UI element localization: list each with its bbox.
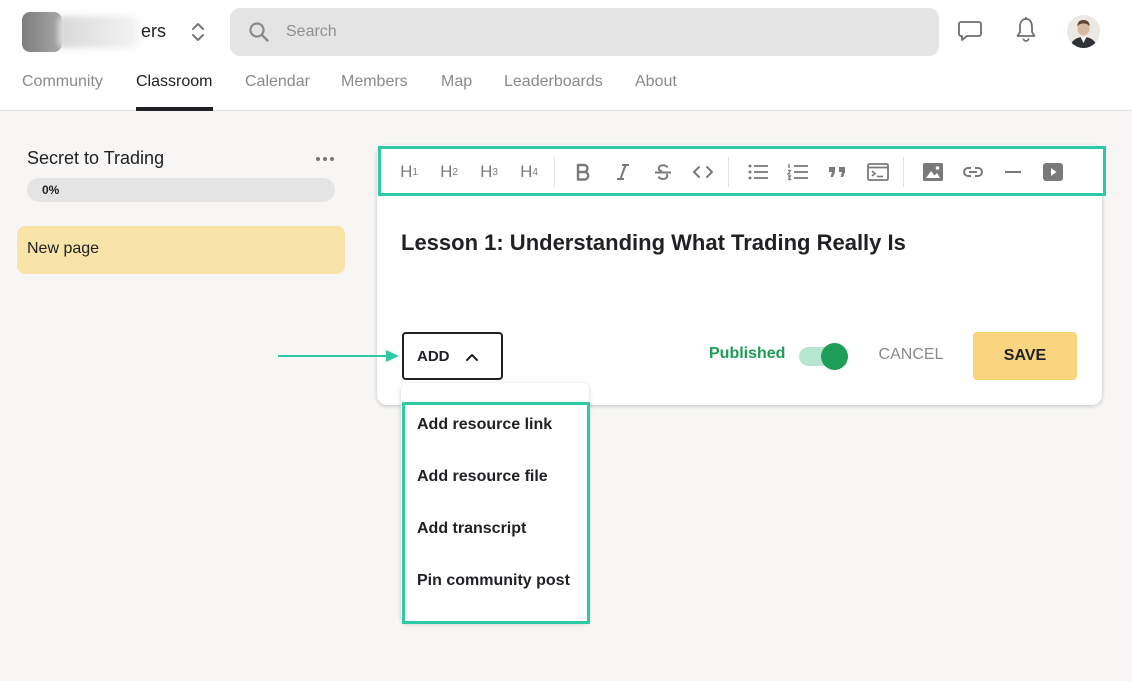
toolbar-divider	[554, 157, 555, 187]
group-name[interactable]: ers	[62, 21, 166, 43]
inline-code-button[interactable]	[688, 160, 718, 184]
strikethrough-icon	[655, 164, 671, 181]
italic-button[interactable]	[608, 160, 638, 184]
heading-1-level: 1	[412, 166, 418, 178]
published-label: Published	[709, 345, 786, 362]
numbered-list-button[interactable]	[783, 160, 813, 184]
numbered-list-icon	[787, 164, 808, 181]
heading-3-button[interactable]: H3	[474, 160, 504, 184]
add-button[interactable]: ADD	[402, 332, 503, 380]
insert-video-button[interactable]	[1038, 160, 1068, 184]
code-block-button[interactable]	[863, 160, 893, 184]
heading-3-level: 3	[492, 166, 498, 178]
active-tab-indicator	[136, 107, 213, 111]
chevron-up-icon	[466, 354, 478, 361]
save-button[interactable]: SAVE	[973, 332, 1077, 380]
video-icon	[1043, 163, 1063, 181]
bell-icon[interactable]	[1014, 16, 1038, 44]
tab-leaderboards[interactable]: Leaderboards	[504, 73, 603, 91]
quote-button[interactable]	[823, 160, 853, 184]
sidebar-item-new-page[interactable]: New page	[17, 226, 345, 274]
heading-1-button[interactable]: H1	[394, 160, 424, 184]
menu-item-add-transcript[interactable]: Add transcript	[417, 520, 526, 538]
tab-about[interactable]: About	[635, 73, 677, 91]
insert-image-button[interactable]	[918, 160, 948, 184]
heading-4-level: 4	[532, 166, 538, 178]
switch-group-chevron-icon[interactable]	[188, 20, 208, 44]
progress-label: 0%	[42, 183, 60, 197]
image-icon	[923, 163, 943, 181]
avatar-image	[1067, 15, 1100, 48]
add-button-label: ADD	[417, 348, 450, 365]
menu-item-pin-community-post[interactable]: Pin community post	[417, 572, 570, 590]
editor-toolbar: H1 H2 H3 H4	[378, 146, 1106, 196]
tab-community[interactable]: Community	[22, 73, 103, 91]
dropdown-highlight-box	[402, 402, 590, 624]
heading-4-letter: H	[520, 162, 533, 181]
more-options-icon[interactable]	[313, 152, 337, 166]
course-title: Secret to Trading	[27, 148, 165, 168]
code-icon	[693, 166, 713, 178]
annotation-arrow-icon	[278, 350, 399, 362]
tab-map[interactable]: Map	[441, 73, 472, 91]
tab-members[interactable]: Members	[341, 73, 408, 91]
insert-divider-button[interactable]	[998, 160, 1028, 184]
menu-item-add-resource-file[interactable]: Add resource file	[417, 468, 548, 486]
course-progress-bar: 0%	[27, 178, 335, 202]
search-input[interactable]	[286, 8, 886, 56]
sidebar-item-label: New page	[27, 240, 100, 257]
tab-classroom[interactable]: Classroom	[136, 73, 212, 91]
quote-icon	[829, 167, 845, 177]
heading-2-button[interactable]: H2	[434, 160, 464, 184]
toolbar-divider	[903, 157, 904, 187]
toggle-knob	[821, 343, 848, 370]
bold-icon	[576, 163, 590, 181]
search-bar[interactable]	[230, 8, 939, 56]
bullet-list-icon	[748, 164, 768, 180]
bullet-list-button[interactable]	[743, 160, 773, 184]
avatar[interactable]	[1067, 15, 1100, 48]
heading-4-button[interactable]: H4	[514, 160, 544, 184]
cancel-button[interactable]: CANCEL	[872, 340, 950, 370]
italic-icon	[617, 164, 629, 180]
code-block-icon	[867, 163, 889, 181]
top-header: ers Community Classroom Calendar Members…	[0, 0, 1132, 111]
divider-icon	[1005, 171, 1021, 173]
heading-3-letter: H	[480, 162, 493, 181]
search-icon	[249, 22, 269, 42]
bold-button[interactable]	[568, 160, 598, 184]
link-icon	[963, 167, 983, 177]
lesson-title[interactable]: Lesson 1: Understanding What Trading Rea…	[401, 230, 906, 256]
toolbar-divider	[728, 157, 729, 187]
heading-2-letter: H	[440, 162, 453, 181]
published-toggle[interactable]	[799, 343, 849, 370]
tab-calendar[interactable]: Calendar	[245, 73, 310, 91]
insert-link-button[interactable]	[958, 160, 988, 184]
menu-item-add-resource-link[interactable]: Add resource link	[417, 416, 552, 434]
heading-1-letter: H	[400, 162, 413, 181]
group-logo[interactable]	[22, 12, 62, 52]
heading-2-level: 2	[452, 166, 458, 178]
strikethrough-button[interactable]	[648, 160, 678, 184]
chat-icon[interactable]	[957, 18, 983, 44]
